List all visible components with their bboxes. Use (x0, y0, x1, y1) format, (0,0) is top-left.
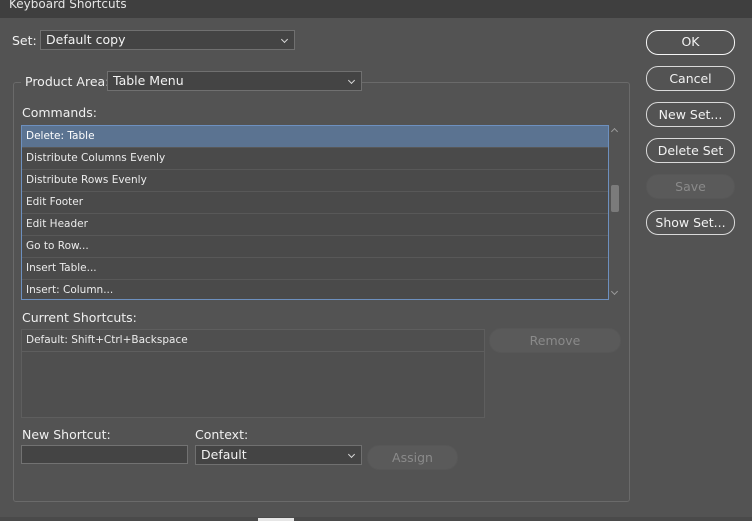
list-item[interactable]: Distribute Columns Evenly (22, 148, 608, 170)
commands-list[interactable]: Delete: Table Distribute Columns Evenly … (21, 125, 609, 300)
scroll-up-icon[interactable] (610, 127, 619, 136)
assign-button[interactable]: Assign (367, 445, 458, 470)
scroll-thumb[interactable] (611, 185, 619, 212)
ok-button[interactable]: OK (646, 30, 735, 55)
context-label: Context: (195, 427, 249, 442)
list-item[interactable]: Insert: Column... (22, 280, 608, 299)
scroll-down-icon[interactable] (610, 287, 619, 296)
delete-set-button[interactable]: Delete Set (646, 138, 735, 163)
save-button[interactable]: Save (646, 174, 735, 199)
list-item[interactable]: Delete: Table (22, 126, 608, 148)
product-area-label: Product Area: (21, 74, 114, 89)
set-label: Set: (12, 33, 37, 48)
current-shortcuts-label: Current Shortcuts: (22, 310, 137, 325)
list-item[interactable]: Insert Table... (22, 258, 608, 280)
list-item[interactable]: Go to Row... (22, 236, 608, 258)
title-bar: Keyboard Shortcuts (0, 0, 752, 18)
set-value: Default copy (46, 32, 126, 47)
show-set-button[interactable]: Show Set... (646, 210, 735, 235)
new-shortcut-label: New Shortcut: (22, 427, 111, 442)
commands-scrollbar[interactable] (609, 125, 622, 300)
new-shortcut-input[interactable] (21, 445, 188, 464)
new-set-button[interactable]: New Set... (646, 102, 735, 127)
chevron-down-icon (347, 76, 356, 85)
remove-button[interactable]: Remove (489, 328, 621, 353)
context-dropdown[interactable]: Default (195, 445, 362, 465)
cancel-button[interactable]: Cancel (646, 66, 735, 91)
commands-label: Commands: (22, 105, 97, 120)
list-item[interactable]: Edit Footer (22, 192, 608, 214)
list-item[interactable]: Distribute Rows Evenly (22, 170, 608, 192)
chevron-down-icon (280, 35, 289, 44)
product-area-dropdown[interactable]: Table Menu (107, 71, 362, 91)
window-title: Keyboard Shortcuts (9, 0, 127, 11)
bottom-edge (0, 517, 752, 521)
current-shortcuts-list[interactable]: Default: Shift+Ctrl+Backspace (21, 329, 485, 418)
list-item[interactable]: Default: Shift+Ctrl+Backspace (22, 330, 484, 352)
product-area-value: Table Menu (113, 73, 184, 88)
list-item[interactable]: Edit Header (22, 214, 608, 236)
context-value: Default (201, 447, 247, 462)
chevron-down-icon (347, 450, 356, 459)
set-dropdown[interactable]: Default copy (40, 30, 295, 50)
